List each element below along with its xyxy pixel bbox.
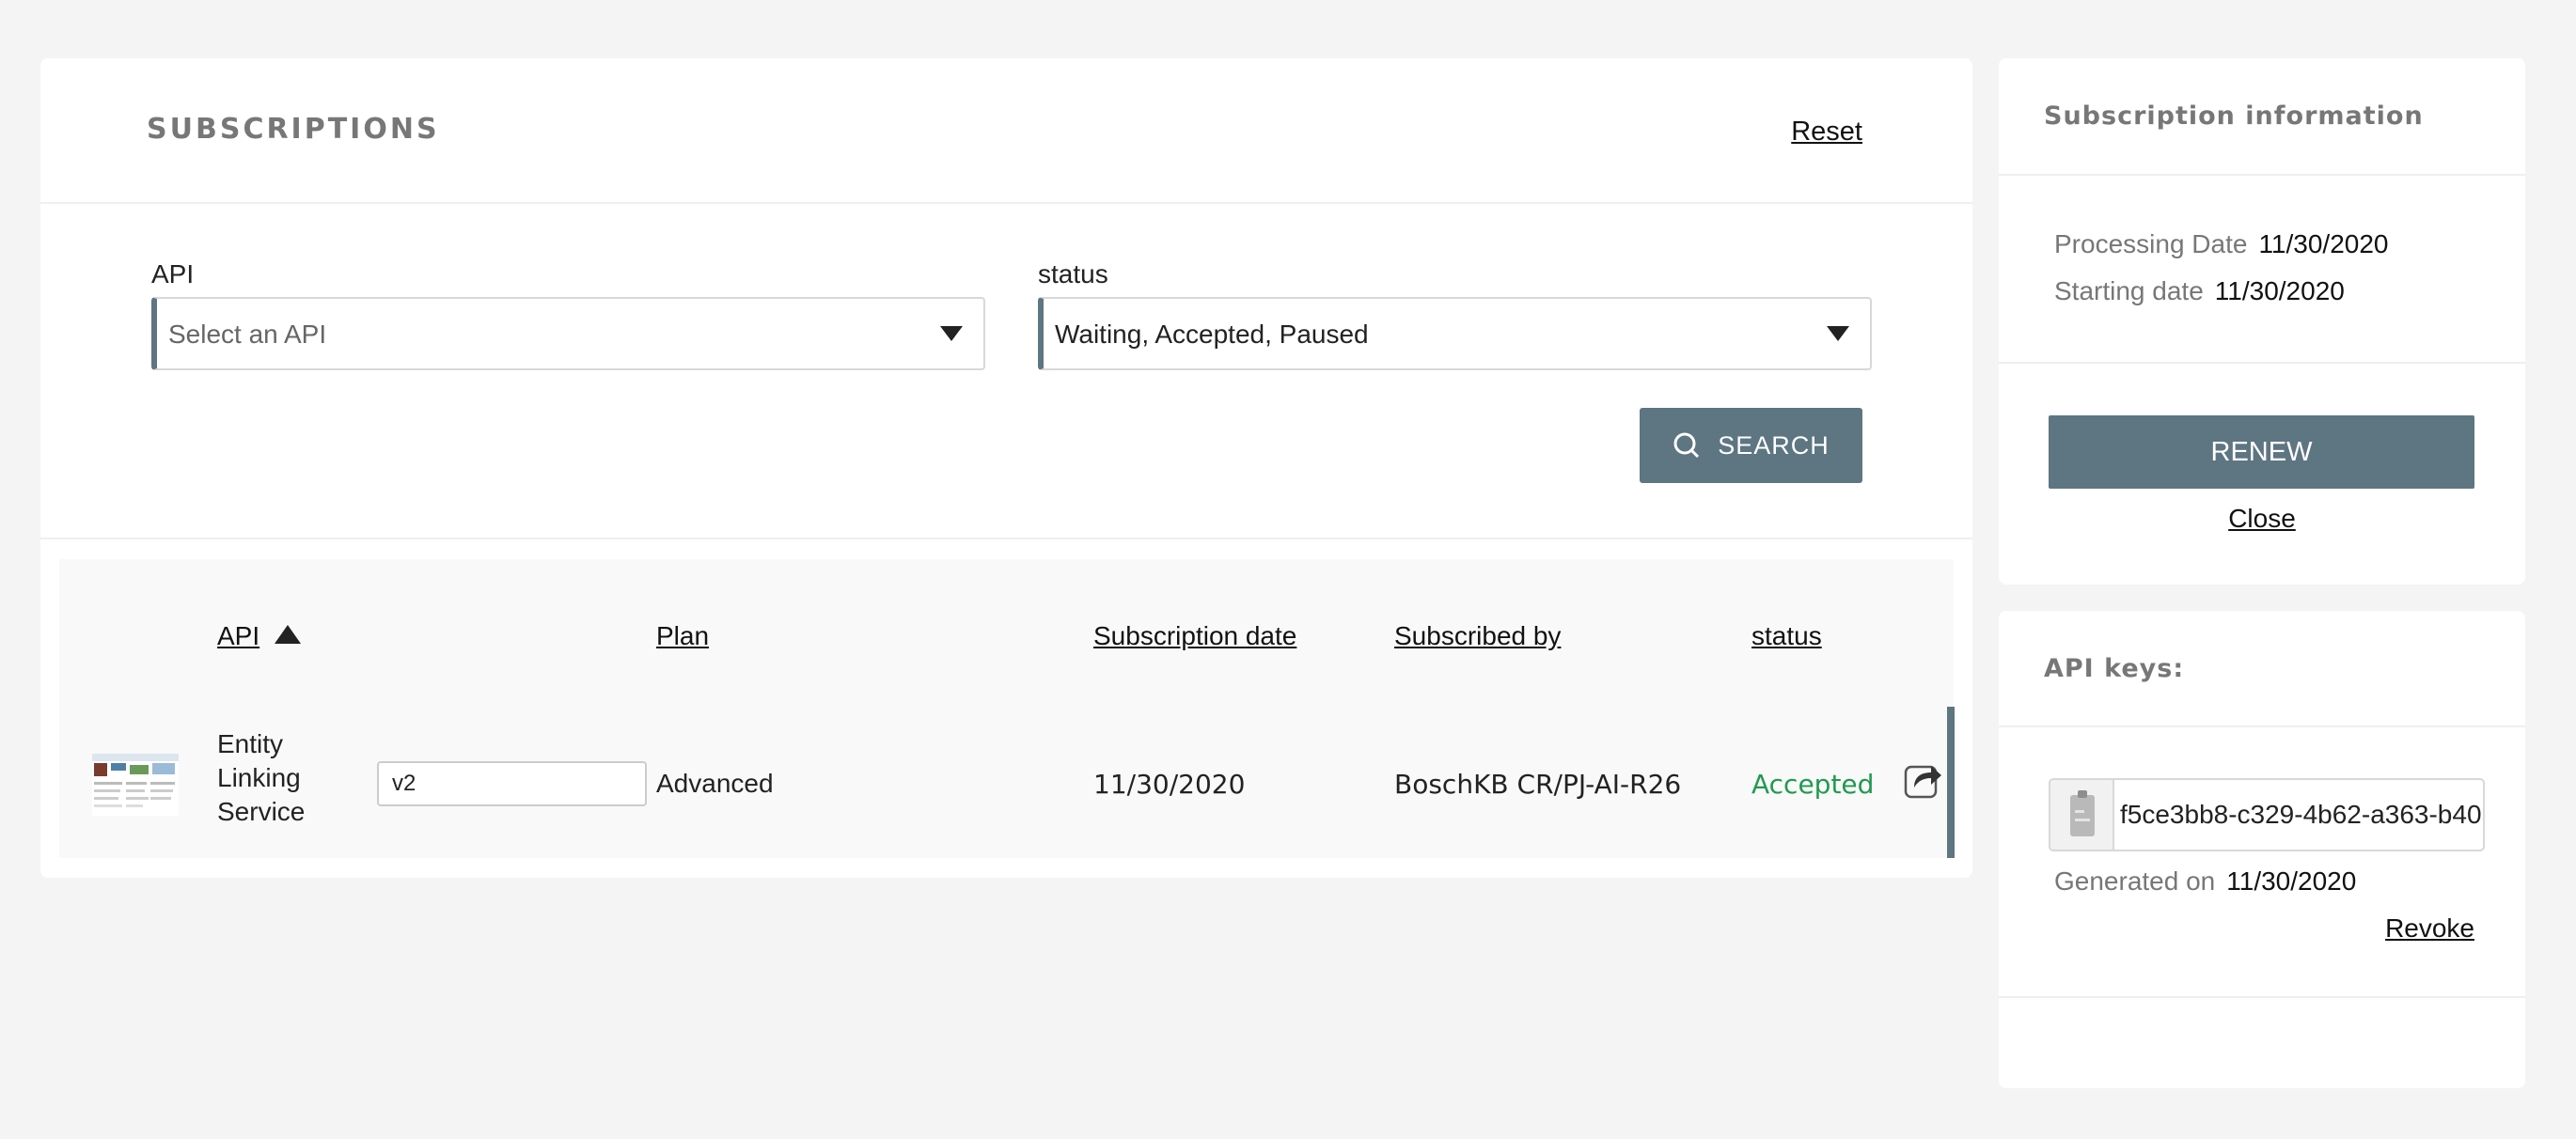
api-key-value[interactable]: f5ce3bb8-c329-4b62-a363-b40 xyxy=(2120,780,2481,850)
reset-link[interactable]: Reset xyxy=(1791,117,1862,148)
close-link[interactable]: Close xyxy=(1999,504,2525,534)
clipboard-icon xyxy=(2070,790,2095,836)
status-badge: Accepted xyxy=(1751,769,1875,800)
plan-cell: Advanced xyxy=(656,769,774,798)
subscriptions-header: SUBSCRIPTIONS Reset xyxy=(40,58,1972,204)
api-keys-title: API keys: xyxy=(2044,654,2185,683)
api-name: Entity Linking Service xyxy=(217,729,306,826)
revoke-link[interactable]: Revoke xyxy=(2385,913,2474,944)
api-keys-card: API keys: f5ce3bb8-c329-4b62-a363-b40 Ge… xyxy=(1999,611,2525,1088)
sort-ascending-icon[interactable] xyxy=(275,625,301,644)
chevron-down-icon xyxy=(940,326,963,341)
api-select[interactable]: Select an API xyxy=(151,297,985,370)
status-select[interactable]: Waiting, Accepted, Paused xyxy=(1038,297,1872,370)
share-icon[interactable] xyxy=(1903,759,1942,799)
subscription-info-title: Subscription information xyxy=(2044,101,2424,131)
status-filter-label: status xyxy=(1038,259,1108,289)
renew-button[interactable]: RENEW xyxy=(2049,415,2474,489)
column-header-subscribed-by[interactable]: Subscribed by xyxy=(1394,621,1561,651)
page-title: SUBSCRIPTIONS xyxy=(147,113,440,146)
status-select-value: Waiting, Accepted, Paused xyxy=(1055,320,1369,349)
divider xyxy=(40,538,1972,539)
selected-row-indicator xyxy=(1947,707,1955,858)
column-header-subscription-date[interactable]: Subscription date xyxy=(1093,621,1296,651)
search-button[interactable]: SEARCH xyxy=(1640,408,1862,483)
subscriptions-table: API Plan Subscription date Subscribed by… xyxy=(59,559,1955,858)
column-header-api[interactable]: API xyxy=(217,621,259,651)
column-header-plan[interactable]: Plan xyxy=(656,621,709,651)
version-input[interactable]: v2 xyxy=(377,761,647,806)
api-thumbnail xyxy=(92,754,179,816)
table-row[interactable]: Entity Linking Service v2 Advanced 11/30… xyxy=(59,707,1955,858)
search-button-label: SEARCH xyxy=(1718,430,1830,460)
subscriptions-card: SUBSCRIPTIONS Reset API Select an API st… xyxy=(40,58,1972,878)
subscribed-by-cell: BoschKB CR/PJ-AI-R26 xyxy=(1394,769,1682,800)
subscription-date-cell: 11/30/2020 xyxy=(1093,769,1246,800)
copy-button[interactable] xyxy=(2050,780,2114,850)
column-header-status[interactable]: status xyxy=(1751,621,1822,651)
generated-on: Generated on 11/30/2020 xyxy=(2054,866,2357,896)
divider xyxy=(1999,362,2525,364)
api-select-placeholder: Select an API xyxy=(168,320,327,349)
api-filter-label: API xyxy=(151,259,195,289)
subscription-info-card: Subscription information Processing Date… xyxy=(1999,58,2525,585)
divider xyxy=(1999,996,2525,998)
divider xyxy=(1999,726,2525,727)
api-key-field[interactable]: f5ce3bb8-c329-4b62-a363-b40 xyxy=(2049,778,2485,851)
chevron-down-icon xyxy=(1827,326,1849,341)
processing-date: Processing Date 11/30/2020 xyxy=(2054,229,2389,258)
search-icon xyxy=(1673,432,1700,459)
divider xyxy=(1999,174,2525,176)
starting-date: Starting date 11/30/2020 xyxy=(2054,276,2345,305)
